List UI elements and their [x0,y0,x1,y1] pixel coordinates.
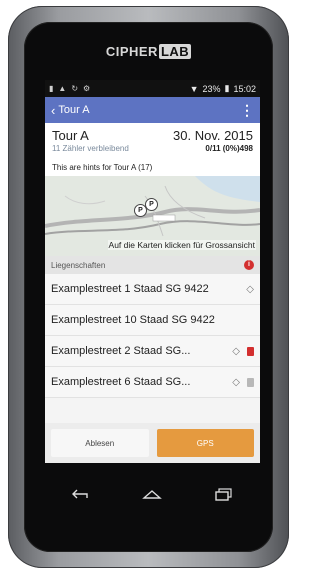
map-caption: Auf die Karten klicken für Grossansicht [107,240,256,250]
tour-header: Tour A 30. Nov. 2015 11 Zähler verbleibe… [45,123,260,155]
home-nav-icon[interactable] [137,484,167,504]
sync-icon: ↻ [71,84,79,93]
info-icon[interactable]: i [244,260,254,270]
remaining-count: 11 Zähler verbleibend [52,144,129,153]
property-list: Examplestreet 1 Staad SG 9422 ◇ Examples… [45,274,260,398]
action-bar: Ablesen GPS [45,423,260,463]
settings-icon: ⚙ [83,84,91,93]
diamond-icon: ◇ [232,376,240,388]
list-item[interactable]: Examplestreet 6 Staad SG... ◇ [45,367,260,398]
battery-percent: 23% [202,83,221,94]
list-item[interactable]: Examplestreet 2 Staad SG... ◇ [45,336,260,367]
clock: 15:02 [233,83,256,94]
map-preview[interactable]: P P Auf die Karten klicken für Grossansi… [45,176,260,256]
overflow-menu-icon[interactable]: ⋮ [240,102,254,119]
tour-hints: This are hints for Tour A (17) [45,155,260,176]
gps-button[interactable]: GPS [156,429,254,457]
document-red-icon [247,346,254,356]
document-gray-icon [247,377,254,387]
property-label: Examplestreet 10 Staad SG 9422 [51,314,215,326]
property-label: Examplestreet 6 Staad SG... [51,376,191,388]
alert-icon: ▲ [58,84,67,93]
wifi-icon: ▼ [189,83,199,94]
app-bar-title[interactable]: Tour A [58,104,89,116]
app-bar: ‹ Tour A ⋮ [45,97,260,123]
recents-nav-icon[interactable] [209,484,239,504]
diamond-icon: ◇ [246,283,254,295]
ablesen-button[interactable]: Ablesen [51,429,149,457]
property-label: Examplestreet 2 Staad SG... [51,345,191,357]
back-nav-icon[interactable] [66,484,96,504]
back-icon[interactable]: ‹ [51,103,55,118]
section-title: Liegenschaften [51,260,106,270]
tour-date: 30. Nov. 2015 [173,128,253,143]
list-item[interactable]: Examplestreet 10 Staad SG 9422 [45,305,260,336]
property-label: Examplestreet 1 Staad SG 9422 [51,283,209,295]
list-item[interactable]: Examplestreet 1 Staad SG 9422 ◇ [45,274,260,305]
diamond-icon: ◇ [232,345,240,357]
screen: ▮ ▲ ↻ ⚙ ▼ 23% ▮ 15:02 ‹ Tour A ⋮ Tour A … [45,80,260,463]
status-bar: ▮ ▲ ↻ ⚙ ▼ 23% ▮ 15:02 [45,80,260,97]
tour-progress: 0/11 (0%)498 [205,144,253,153]
map-pin[interactable]: P [145,198,158,211]
brand-logo: CIPHER LAB [105,44,192,59]
system-nav-bar [45,478,260,510]
tour-name: Tour A [52,128,89,143]
notification-icon: ▮ [49,84,54,93]
battery-icon: ▮ [224,83,230,93]
section-header: Liegenschaften i [45,256,260,274]
